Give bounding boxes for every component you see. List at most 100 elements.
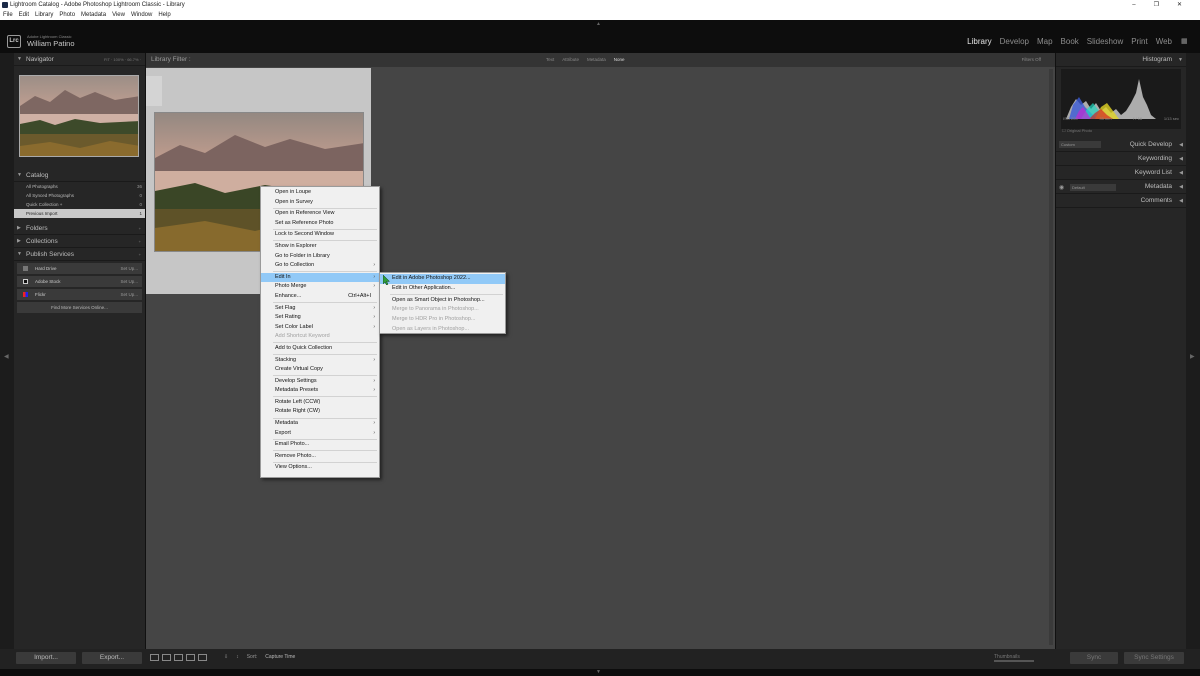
submenu-item-edit-in-adobe-photoshop-2022[interactable]: Edit in Adobe Photoshop 2022... (380, 274, 505, 284)
eye-icon[interactable]: ◉ (1059, 184, 1064, 191)
submenu-item-open-as-smart-object-in-photoshop[interactable]: Open as Smart Object in Photoshop... (380, 296, 505, 306)
menu-file[interactable]: File (3, 10, 13, 20)
menu-item-remove-photo[interactable]: Remove Photo... (261, 452, 379, 462)
menu-metadata[interactable]: Metadata (81, 10, 106, 20)
menu-item-rotate-left-ccw[interactable]: Rotate Left (CCW) (261, 398, 379, 408)
setup-link[interactable]: Set Up... (120, 276, 138, 287)
survey-view-icon[interactable] (186, 654, 195, 661)
menu-help[interactable]: Help (158, 10, 170, 20)
loupe-view-icon[interactable] (162, 654, 171, 661)
people-view-icon[interactable] (198, 654, 207, 661)
collapse-right-arrow-icon[interactable]: ▶ (1190, 353, 1195, 360)
publish-adobe-stock[interactable]: Adobe Stock Set Up... (17, 276, 142, 287)
collections-header[interactable]: ▶ Collections + (14, 235, 145, 248)
menu-item-email-photo[interactable]: Email Photo... (261, 440, 379, 450)
import-button[interactable]: Import... (16, 652, 76, 664)
publish-hard-drive[interactable]: Hard Drive Set Up... (17, 263, 142, 274)
navigator-zoom[interactable]: FIT · 100% · 66.7% · (104, 53, 141, 66)
filter-tab-text[interactable]: Text (546, 53, 554, 67)
collapse-bottom-arrow-icon[interactable]: ▼ (596, 669, 601, 675)
menu-item-view-options[interactable]: View Options... (261, 463, 379, 473)
navigator-header[interactable]: ▼ Navigator FIT · 100% · 66.7% · (14, 53, 145, 66)
add-service-icon[interactable]: + (139, 248, 141, 261)
module-library[interactable]: Library (967, 37, 991, 46)
publish-services-header[interactable]: ▼ Publish Services + (14, 248, 145, 261)
menu-photo[interactable]: Photo (59, 10, 75, 20)
original-photo-checkbox[interactable]: ☐ Original Photo (1062, 128, 1092, 133)
menu-item-open-in-reference-view[interactable]: Open in Reference View (261, 209, 379, 219)
thumbnail-size-slider[interactable] (994, 660, 1034, 662)
menu-item-show-in-explorer[interactable]: Show in Explorer (261, 242, 379, 252)
filter-tab-none[interactable]: None (614, 53, 625, 67)
menu-item-rotate-right-cw[interactable]: Rotate Right (CW) (261, 407, 379, 417)
menu-edit[interactable]: Edit (19, 10, 29, 20)
menu-item-open-in-loupe[interactable]: Open in Loupe (261, 188, 379, 198)
metadata-preset-select[interactable]: Default (1070, 184, 1116, 191)
menu-item-export[interactable]: Export › (261, 429, 379, 439)
publish-flickr[interactable]: Flickr Set Up... (17, 289, 142, 300)
keywording-header[interactable]: Keywording ◀ (1056, 152, 1186, 166)
catalog-item-synced[interactable]: All Synced Photographs 0 (14, 191, 145, 200)
add-collection-icon[interactable]: + (139, 235, 141, 248)
menu-item-set-as-reference-photo[interactable]: Set as Reference Photo (261, 219, 379, 229)
menu-item-set-color-label[interactable]: Set Color Label › (261, 323, 379, 333)
sync-settings-button[interactable]: Sync Settings (1124, 652, 1184, 664)
minimize-button[interactable]: – (1132, 0, 1135, 10)
menu-item-go-to-folder-in-library[interactable]: Go to Folder in Library (261, 252, 379, 262)
add-folder-icon[interactable]: + (139, 222, 141, 235)
menu-item-develop-settings[interactable]: Develop Settings › (261, 377, 379, 387)
find-more-services-button[interactable]: Find More Services Online... (17, 302, 142, 313)
sort-direction-icon[interactable]: ↕ (236, 654, 239, 660)
menu-item-create-virtual-copy[interactable]: Create Virtual Copy (261, 365, 379, 375)
catalog-item-all-photographs[interactable]: All Photographs 36 (14, 182, 145, 191)
sort-select[interactable]: Capture Time (265, 654, 295, 660)
collapse-top-arrow-icon[interactable]: ▲ (596, 21, 601, 27)
module-menu-icon[interactable]: ▦ (1181, 38, 1189, 45)
menu-view[interactable]: View (112, 10, 125, 20)
setup-link[interactable]: Set Up... (120, 263, 138, 274)
folders-header[interactable]: ▶ Folders + (14, 222, 145, 235)
menu-item-edit-in[interactable]: Edit In › (261, 272, 379, 283)
menu-item-lock-to-second-window[interactable]: Lock to Second Window (261, 230, 379, 240)
menu-item-go-to-collection[interactable]: Go to Collection › (261, 261, 379, 271)
catalog-item-previous-import[interactable]: Previous Import 1 (14, 209, 145, 218)
menu-item-open-in-survey[interactable]: Open in Survey (261, 198, 379, 208)
menu-item-add-to-quick-collection[interactable]: Add to Quick Collection (261, 344, 379, 354)
menu-item-stacking[interactable]: Stacking › (261, 356, 379, 366)
module-web[interactable]: Web (1156, 37, 1172, 46)
keyword-list-header[interactable]: Keyword List ◀ (1056, 166, 1186, 180)
close-button[interactable]: ✕ (1177, 0, 1182, 10)
menu-item-photo-merge[interactable]: Photo Merge › (261, 282, 379, 292)
module-slideshow[interactable]: Slideshow (1087, 37, 1123, 46)
grid-scrollbar[interactable] (1049, 69, 1053, 645)
setup-link[interactable]: Set Up... (120, 289, 138, 300)
module-develop[interactable]: Develop (1000, 37, 1029, 46)
module-print[interactable]: Print (1131, 37, 1147, 46)
export-button[interactable]: Export... (82, 652, 142, 664)
grid-view-icon[interactable] (150, 654, 159, 661)
comments-header[interactable]: Comments ◀ (1056, 194, 1186, 208)
quick-develop-preset-select[interactable]: Custom (1059, 141, 1101, 148)
catalog-item-quick-collection[interactable]: Quick Collection + 0 (14, 200, 145, 209)
menu-item-metadata-presets[interactable]: Metadata Presets › (261, 386, 379, 396)
compare-view-icon[interactable] (174, 654, 183, 661)
painter-icon[interactable]: ⇩ (224, 654, 228, 660)
navigator-preview[interactable] (19, 75, 139, 157)
filters-off-dropdown[interactable]: Filters Off (1022, 53, 1041, 67)
collapse-left-arrow-icon[interactable]: ◀ (4, 353, 9, 360)
histogram-header[interactable]: Histogram ▼ (1056, 53, 1186, 67)
menu-item-set-flag[interactable]: Set Flag › (261, 304, 379, 314)
submenu-item-edit-in-other-application[interactable]: Edit in Other Application... (380, 284, 505, 294)
menu-item-set-rating[interactable]: Set Rating › (261, 313, 379, 323)
module-map[interactable]: Map (1037, 37, 1053, 46)
filter-tab-attribute[interactable]: Attribute (562, 53, 579, 67)
filter-tab-metadata[interactable]: Metadata (587, 53, 606, 67)
catalog-header[interactable]: ▼ Catalog (14, 169, 145, 182)
menu-item-enhance[interactable]: Enhance... Ctrl+Alt+I (261, 292, 379, 302)
module-book[interactable]: Book (1061, 37, 1079, 46)
sync-button[interactable]: Sync (1070, 652, 1118, 664)
maximize-button[interactable]: ❐ (1154, 0, 1159, 10)
menu-library[interactable]: Library (35, 10, 53, 20)
menu-item-metadata[interactable]: Metadata › (261, 419, 379, 429)
menu-window[interactable]: Window (131, 10, 152, 20)
